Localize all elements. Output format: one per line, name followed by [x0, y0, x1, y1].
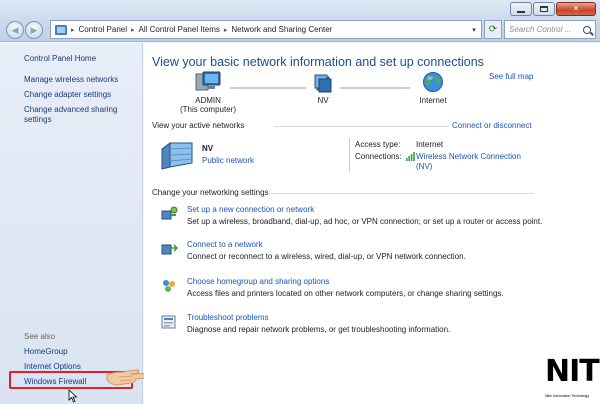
task-title[interactable]: Choose homegroup and sharing options [187, 277, 329, 286]
task-title[interactable]: Connect to a network [187, 240, 263, 249]
task-description: Connect or reconnect to a wireless, wire… [187, 252, 466, 261]
see-full-map-link[interactable]: See full map [489, 72, 533, 81]
logo-text: NIT [545, 354, 600, 389]
see-also-label: See also [24, 332, 56, 341]
computer-sub: (This computer) [179, 105, 236, 114]
troubleshoot-icon [161, 315, 176, 329]
divider [349, 138, 350, 172]
close-button[interactable]: ✕ [556, 2, 596, 16]
computer-name: ADMIN [195, 96, 221, 105]
divider [269, 193, 534, 194]
forward-button[interactable]: ▶ [25, 21, 43, 39]
close-icon: ✕ [572, 4, 580, 13]
breadcrumb-network-sharing[interactable]: Network and Sharing Center [231, 25, 332, 34]
page-title: View your basic network information and … [152, 55, 484, 69]
main-content: View your basic network information and … [144, 43, 600, 404]
refresh-button[interactable]: ⟳ [484, 20, 502, 39]
change-advanced-sharing-link[interactable]: Change advanced sharing settings [24, 105, 134, 125]
chevron-right-icon: ▸ [71, 26, 75, 34]
change-settings-label: Change your networking settings [152, 188, 269, 197]
connect-disconnect-link[interactable]: Connect or disconnect [452, 121, 532, 130]
connections-label: Connections: [355, 152, 402, 161]
homegroup-link[interactable]: HomeGroup [24, 347, 68, 357]
maximize-button[interactable] [533, 2, 555, 16]
chevron-right-icon: ▸ [131, 26, 135, 34]
forward-arrow-icon: ▶ [30, 24, 38, 35]
refresh-icon: ⟳ [488, 24, 498, 35]
change-adapter-link[interactable]: Change adapter settings [24, 90, 111, 100]
map-node-internet[interactable] [416, 71, 450, 95]
divider [274, 126, 449, 127]
network-icon [314, 74, 332, 93]
network-type-link[interactable]: Public network [202, 156, 254, 165]
connect-network-icon [161, 244, 178, 255]
logo-tagline: Nitin Information Technology [545, 394, 590, 398]
window-controls: ✕ [510, 2, 596, 16]
address-dropdown-icon[interactable]: ▾ [467, 26, 481, 34]
minimize-button[interactable] [510, 2, 532, 16]
search-input[interactable]: Search Control ... [504, 20, 596, 39]
task-description: Set up a wireless, broadband, dial-up, a… [187, 217, 543, 226]
back-arrow-icon: ◀ [11, 24, 19, 35]
control-panel-icon [55, 24, 67, 35]
window-titlebar: ✕ ◀ ▶ ▸ Control Panel ▸ All Control Pane… [0, 0, 600, 42]
map-node-network[interactable] [306, 73, 340, 95]
breadcrumb-control-panel[interactable]: Control Panel [79, 25, 127, 34]
search-icon[interactable] [583, 25, 591, 34]
map-node-computer-label: ADMIN (This computer) [171, 96, 245, 114]
homegroup-icon [163, 280, 175, 292]
active-network-name: NV [202, 144, 214, 153]
control-panel-home-link[interactable]: Control Panel Home [24, 54, 96, 64]
new-connection-icon [161, 206, 178, 220]
mouse-cursor-icon [68, 389, 78, 403]
minimize-icon [517, 11, 525, 13]
nit-logo: NIT Nitin Information Technology [541, 354, 600, 403]
map-node-computer[interactable] [173, 71, 243, 95]
search-placeholder: Search Control ... [509, 25, 572, 34]
sidebar: Control Panel Home Manage wireless netwo… [0, 43, 143, 404]
wireless-signal-icon [406, 152, 415, 161]
task-description: Diagnose and repair network problems, or… [187, 325, 451, 334]
task-description: Access files and printers located on oth… [187, 289, 504, 298]
wireless-connection-link[interactable]: Wireless Network Connection (NV) [416, 152, 526, 172]
back-button[interactable]: ◀ [6, 21, 24, 39]
access-type-label: Access type: [355, 140, 401, 149]
manage-wireless-link[interactable]: Manage wireless networks [24, 75, 118, 85]
map-node-internet-label: Internet [419, 96, 447, 105]
chevron-right-icon: ▸ [223, 26, 228, 34]
access-type-value: Internet [416, 140, 444, 149]
breadcrumb-all-items[interactable]: All Control Panel Items [139, 25, 220, 34]
map-node-network-label: NV [317, 96, 329, 105]
task-title[interactable]: Troubleshoot problems [187, 313, 269, 322]
computer-icon [195, 71, 221, 91]
network-bench-icon [161, 142, 193, 170]
task-title[interactable]: Set up a new connection or network [187, 205, 314, 214]
maximize-icon [540, 6, 548, 12]
globe-icon [423, 72, 443, 92]
active-networks-label: View your active networks [152, 121, 245, 130]
map-connector [340, 87, 410, 89]
address-bar[interactable]: ▸ Control Panel ▸ All Control Panel Item… [50, 20, 482, 39]
